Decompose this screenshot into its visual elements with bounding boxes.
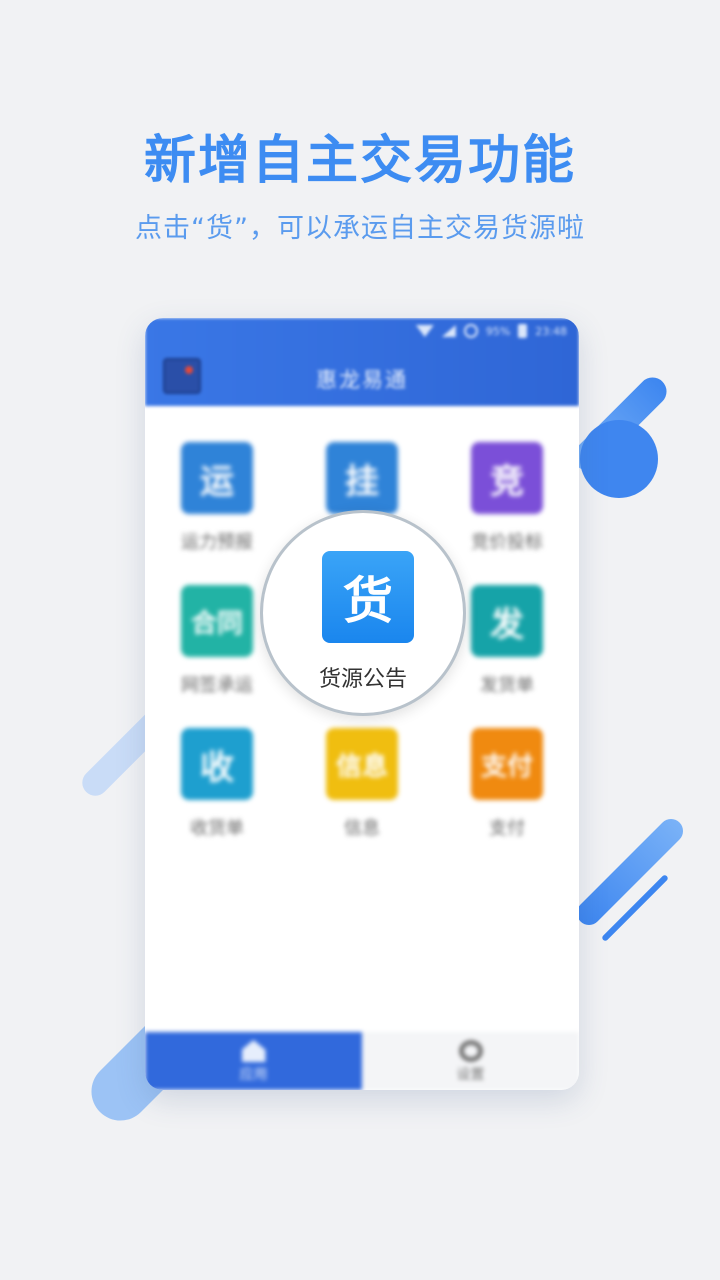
gear-icon [458, 1040, 483, 1062]
listing-icon: 挂 [326, 442, 398, 514]
tab-settings[interactable]: 设置 [362, 1032, 579, 1090]
battery-icon [518, 324, 528, 338]
shipping-icon: 发 [471, 585, 543, 657]
menu-item-label: 收货单 [190, 818, 244, 839]
app-title: 惠龙易通 [316, 368, 408, 392]
tab-label: 设置 [456, 1067, 485, 1083]
menu-item-label: 运力预报 [181, 532, 253, 553]
cargo-announcement-label: 货源公告 [318, 667, 407, 692]
menu-item-payment[interactable]: 支付 支付 [442, 728, 572, 840]
battery-level: 95% [485, 324, 511, 338]
menu-item-transport-forecast[interactable]: 运 运力预报 [152, 442, 282, 554]
status-time: 23:48 [535, 324, 567, 338]
status-bar: 95% 23:48 [415, 324, 567, 338]
tab-apps[interactable]: 应用 [145, 1032, 362, 1090]
menu-item-label: 信息 [344, 818, 380, 839]
decor-circle [580, 420, 658, 498]
wifi-icon [415, 325, 434, 337]
home-icon [241, 1040, 266, 1062]
menu-item-label: 竞价投标 [471, 532, 543, 553]
menu-item-info[interactable]: 信息 信息 [297, 728, 427, 840]
cargo-icon[interactable]: 货 [322, 551, 414, 643]
alarm-icon [463, 324, 478, 338]
bidding-icon: 竞 [471, 442, 543, 514]
bottom-tab-bar: 应用 设置 [145, 1032, 579, 1090]
transport-icon: 运 [181, 442, 253, 514]
menu-item-receipt[interactable]: 收 收货单 [152, 728, 282, 840]
menu-item-label: 支付 [489, 818, 525, 839]
promo-subline: 点击“货”，可以承运自主交易货源啦 [135, 213, 585, 244]
app-header: 95% 23:48 惠龙易通 [145, 318, 579, 406]
menu-item-bidding[interactable]: 竞 竞价投标 [442, 442, 572, 554]
signal-icon [441, 325, 456, 337]
payment-icon: 支付 [471, 728, 543, 800]
contract-icon: 合同 [181, 585, 253, 657]
receipt-icon: 收 [181, 728, 253, 800]
highlight-magnifier: 货 货源公告 [260, 510, 466, 716]
info-icon: 信息 [326, 728, 398, 800]
tab-label: 应用 [239, 1067, 268, 1083]
promo-headline: 新增自主交易功能 [143, 131, 576, 191]
